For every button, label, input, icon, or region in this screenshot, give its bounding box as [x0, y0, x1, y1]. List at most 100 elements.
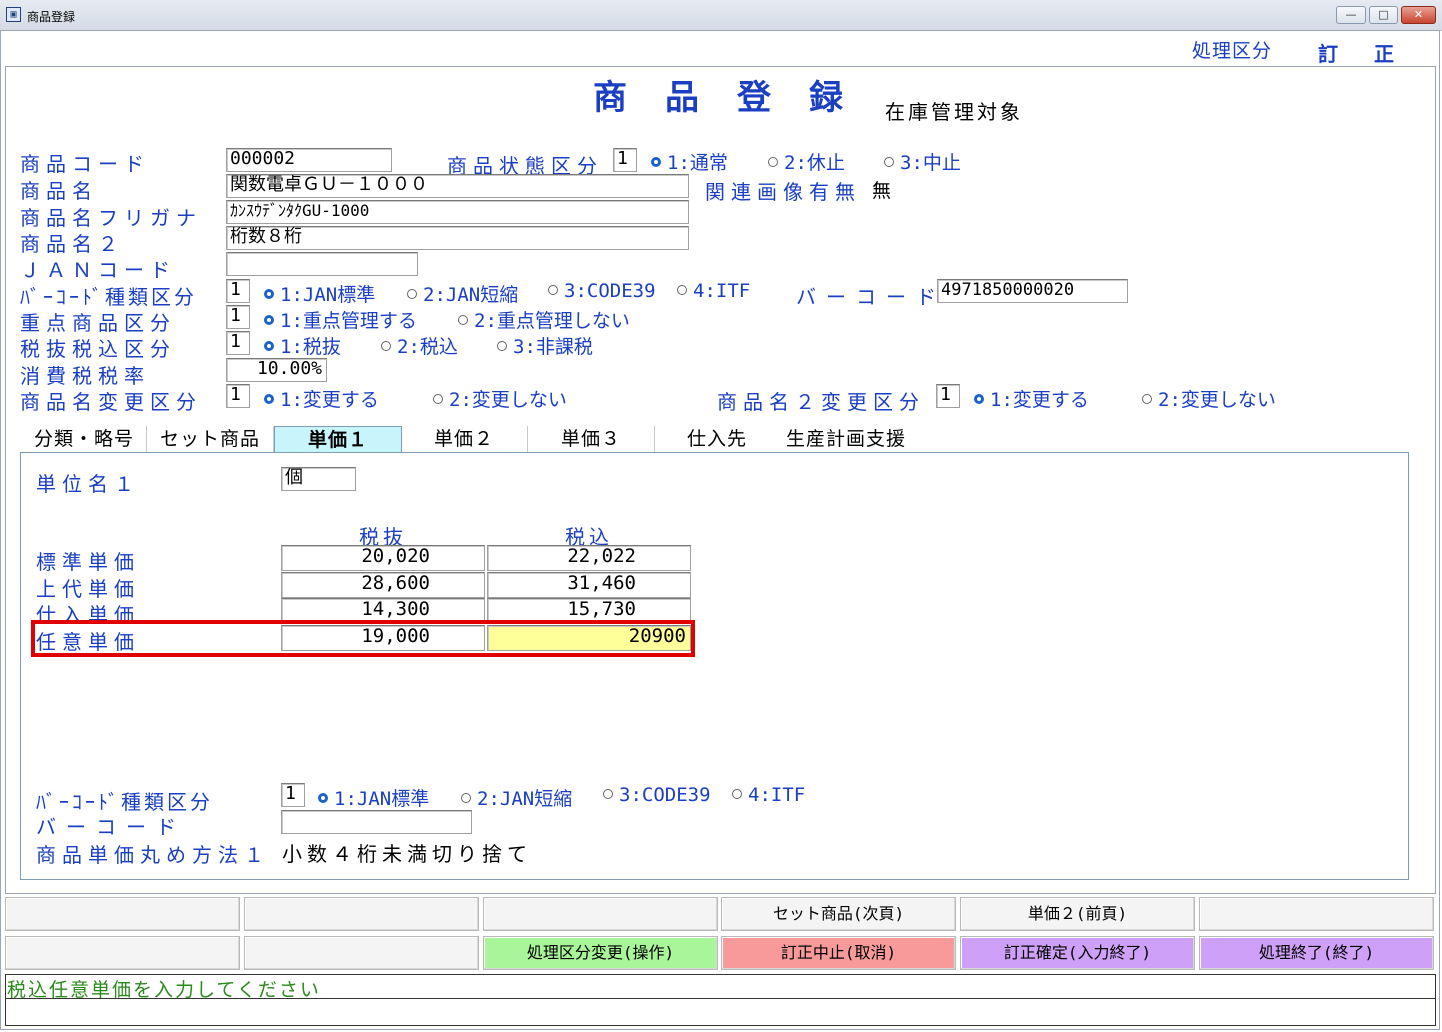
custom-price-excl-field[interactable]: 19,000: [281, 625, 485, 651]
panel-barcode-type-radio-1[interactable]: 1:JAN標準: [318, 784, 429, 811]
custom-price-label: 任意単価: [36, 630, 140, 654]
panel-barcode-type-radio-3[interactable]: 3:CODE39: [603, 784, 711, 806]
confirm-edit-button[interactable]: 訂正確定(入力終了): [960, 936, 1195, 970]
retail-price-label: 上代単価: [36, 577, 140, 601]
radio-label: 2:重点管理しない: [474, 310, 630, 332]
radio-icon: [603, 789, 613, 799]
priority-radio-2[interactable]: 2:重点管理しない: [458, 306, 630, 333]
close-button[interactable]: ✕: [1401, 6, 1436, 24]
fkey-7[interactable]: [5, 936, 240, 970]
radio-selected-icon: [318, 793, 328, 803]
priority-field[interactable]: 1: [226, 305, 250, 329]
status-field[interactable]: 1: [613, 148, 637, 172]
priority-radio-1[interactable]: 1:重点管理する: [264, 306, 417, 333]
status-radio-1[interactable]: 1:通常: [651, 148, 728, 175]
panel-barcode-type-radio-4[interactable]: 4:ITF: [732, 784, 805, 806]
window-title: 商品登録: [27, 10, 76, 24]
tab-unit-price-3[interactable]: 単価３: [528, 426, 655, 452]
name-change-radio-1[interactable]: 1:変更する: [264, 385, 379, 412]
radio-icon: [381, 341, 391, 351]
standard-price-incl-field[interactable]: 22,022: [487, 545, 691, 571]
status-radio-3[interactable]: 3:中止: [884, 148, 961, 175]
barcode-field[interactable]: 4971850000020: [937, 279, 1128, 303]
product-name-field[interactable]: 関数電卓ＧＵ－１０００: [226, 174, 689, 198]
product-name2-field[interactable]: 桁数８桁: [226, 226, 689, 250]
tax-type-field[interactable]: 1: [226, 331, 250, 355]
radio-label: 4:ITF: [748, 784, 806, 806]
barcode-type-radio-3[interactable]: 3:CODE39: [548, 280, 656, 302]
maximize-button[interactable]: □: [1369, 6, 1398, 24]
radio-icon: [677, 285, 687, 295]
fkey-1[interactable]: [5, 897, 240, 931]
priority-label: 重点商品区分: [20, 311, 176, 335]
name2-change-radio-1[interactable]: 1:変更する: [974, 385, 1089, 412]
name2-change-field[interactable]: 1: [936, 384, 960, 408]
radio-label: 3:中止: [900, 152, 961, 174]
barcode-type-radio-4[interactable]: 4:ITF: [677, 280, 750, 302]
tax-type-radio-1[interactable]: 1:税抜: [264, 332, 341, 359]
tab-supplier[interactable]: 仕入先: [655, 426, 779, 452]
status-radio-2[interactable]: 2:休止: [768, 148, 845, 175]
title-bar: [0, 0, 1442, 31]
tax-rate-label: 消費税税率: [20, 364, 150, 388]
barcode-type-field[interactable]: 1: [226, 279, 250, 303]
radio-icon: [768, 157, 778, 167]
barcode-type-radio-2[interactable]: 2:JAN短縮: [407, 280, 518, 307]
fkey-2[interactable]: [244, 897, 479, 931]
radio-icon: [732, 789, 742, 799]
fkey-8[interactable]: [244, 936, 479, 970]
next-page-set-product-button[interactable]: セット商品(次頁): [721, 897, 956, 931]
unit-name-field[interactable]: 個: [281, 467, 356, 491]
barcode-type-label: ﾊﾞｰｺｰﾄﾞ種類区分: [20, 285, 197, 309]
rounding-label: 商品単価丸め方法１: [36, 843, 270, 867]
change-mode-button[interactable]: 処理区分変更(操作): [483, 936, 718, 970]
furigana-label: 商品名フリガナ: [20, 206, 202, 230]
radio-label: 1:税抜: [280, 336, 341, 358]
name-change-label: 商品名変更区分: [20, 390, 202, 414]
radio-icon: [407, 289, 417, 299]
panel-barcode-type-radio-2[interactable]: 2:JAN短縮: [461, 784, 572, 811]
panel-barcode-field[interactable]: [281, 810, 472, 834]
cancel-edit-button[interactable]: 訂正中止(取消): [721, 936, 956, 970]
unit-name-label: 単位名１: [36, 472, 140, 496]
tax-rate-field[interactable]: 10.00%: [226, 358, 327, 382]
standard-price-excl-field[interactable]: 20,020: [281, 545, 485, 571]
name-change-field[interactable]: 1: [226, 384, 250, 408]
radio-label: 1:変更する: [990, 389, 1089, 411]
radio-selected-icon: [264, 394, 274, 404]
prev-page-unit-price2-button[interactable]: 単価２(前頁): [960, 897, 1195, 931]
fkey-6[interactable]: [1199, 897, 1434, 931]
minimize-button[interactable]: —: [1336, 6, 1366, 24]
radio-label: 4:ITF: [693, 280, 751, 302]
mode-label: 処理区分: [1192, 40, 1273, 62]
name2-change-radio-2[interactable]: 2:変更しない: [1142, 385, 1276, 412]
related-image-label: 関連画像有無: [705, 180, 861, 204]
name-change-radio-2[interactable]: 2:変更しない: [433, 385, 567, 412]
barcode-label: バーコード: [796, 285, 946, 309]
fkey-3[interactable]: [483, 897, 718, 931]
tab-unit-price-2[interactable]: 単価２: [401, 426, 528, 452]
panel-barcode-type-field[interactable]: 1: [281, 783, 305, 807]
radio-selected-icon: [264, 289, 274, 299]
tab-production-plan[interactable]: 生産計画支援: [780, 426, 912, 452]
product-code-field[interactable]: 000002: [226, 148, 392, 172]
radio-label: 3:非課税: [513, 336, 593, 358]
mode-value: 訂正: [1318, 42, 1430, 66]
retail-price-incl-field[interactable]: 31,460: [487, 572, 691, 598]
radio-icon: [461, 793, 471, 803]
tax-type-radio-3[interactable]: 3:非課税: [497, 332, 593, 359]
tab-unit-price-1[interactable]: 単価１: [274, 426, 402, 453]
exit-process-button[interactable]: 処理終了(終了): [1199, 936, 1434, 970]
tab-category[interactable]: 分類・略号: [22, 426, 147, 452]
retail-price-excl-field[interactable]: 28,600: [281, 572, 485, 598]
tax-type-radio-2[interactable]: 2:税込: [381, 332, 458, 359]
tab-set-product[interactable]: セット商品: [147, 426, 274, 452]
radio-icon: [1142, 394, 1152, 404]
jan-code-field[interactable]: [226, 252, 418, 276]
furigana-field[interactable]: ｶﾝｽｳﾃﾞﾝﾀｸGU-1000: [226, 200, 689, 224]
barcode-type-radio-1[interactable]: 1:JAN標準: [264, 280, 375, 307]
radio-selected-icon: [264, 341, 274, 351]
custom-price-incl-field[interactable]: 20900: [487, 625, 691, 651]
radio-icon: [548, 285, 558, 295]
radio-icon: [884, 157, 894, 167]
